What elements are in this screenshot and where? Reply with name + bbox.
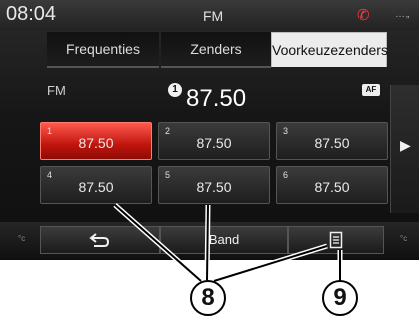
callout-8: 8	[190, 280, 226, 316]
callout-9: 9	[322, 280, 358, 316]
callout-lines	[113, 203, 343, 284]
